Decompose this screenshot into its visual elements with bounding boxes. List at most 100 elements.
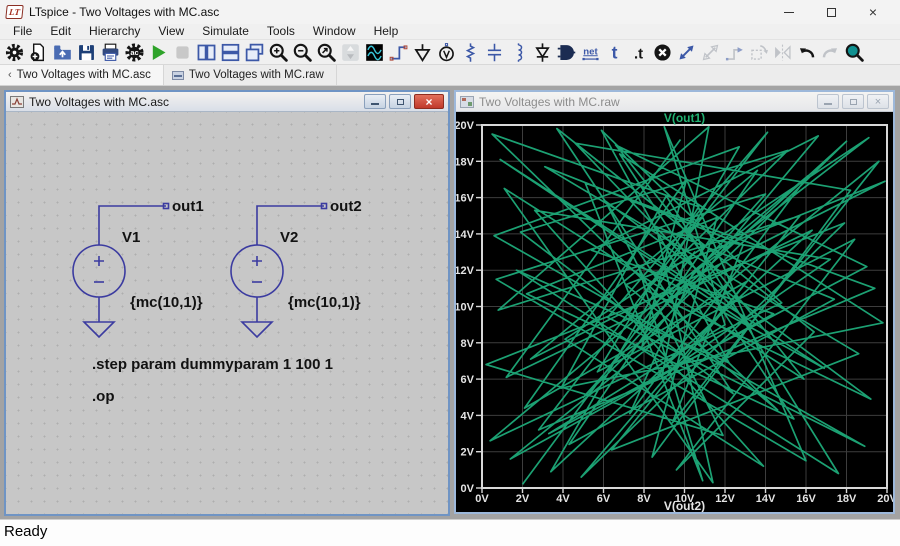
edit-simulation-cmd-icon: ac bbox=[124, 42, 145, 63]
toolbar-undo-button[interactable] bbox=[794, 40, 818, 65]
toolbar-drag-button[interactable] bbox=[698, 40, 722, 65]
toolbar-tile-vertical-button[interactable] bbox=[194, 40, 218, 65]
toolbar-inductor-button[interactable] bbox=[506, 40, 530, 65]
window-maximize-button[interactable] bbox=[810, 1, 852, 23]
net-label-out2[interactable]: out2 bbox=[330, 198, 362, 215]
plot-title[interactable]: V(out1) bbox=[664, 112, 705, 125]
ltspice-logo-icon: LT bbox=[5, 5, 23, 19]
spice-directive-icon: .t bbox=[628, 42, 649, 63]
waveform-window: Two Voltages with MC.raw × 0V2V4V6V8V10V… bbox=[454, 90, 895, 514]
waveform-close-button[interactable]: × bbox=[867, 94, 889, 109]
v1-name-label[interactable]: V1 bbox=[122, 229, 140, 246]
voltage-source-v2[interactable] bbox=[231, 204, 327, 338]
close-icon: × bbox=[875, 96, 881, 108]
window-close-button[interactable]: × bbox=[852, 1, 894, 23]
plot-area[interactable]: 0V2V4V6V8V10V12V14V16V18V20V20V18V16V14V… bbox=[456, 112, 893, 512]
schematic-minimize-button[interactable] bbox=[364, 94, 386, 109]
delete-icon bbox=[652, 42, 673, 63]
toolbar-print-button[interactable] bbox=[98, 40, 122, 65]
schematic-maximize-button[interactable] bbox=[389, 94, 411, 109]
cascade-icon bbox=[244, 42, 265, 63]
y-tick-label: 20V bbox=[456, 120, 475, 132]
x-tick-label: 20V bbox=[877, 493, 893, 505]
spice-directive-op[interactable]: .op bbox=[92, 388, 115, 405]
menu-item-window[interactable]: Window bbox=[304, 24, 365, 39]
toolbar-cascade-button[interactable] bbox=[242, 40, 266, 65]
toolbar-zoom-in-button[interactable] bbox=[266, 40, 290, 65]
toolbar-label-net-button[interactable] bbox=[434, 40, 458, 65]
toolbar-text-button[interactable]: t bbox=[602, 40, 626, 65]
ground-icon bbox=[412, 42, 433, 63]
toolbar-open-button[interactable] bbox=[50, 40, 74, 65]
toolbar-edit-simulation-cmd-button[interactable]: ac bbox=[122, 40, 146, 65]
toolbar-spice-directive-button[interactable]: .t bbox=[626, 40, 650, 65]
menu-item-edit[interactable]: Edit bbox=[41, 24, 80, 39]
status-text: Ready bbox=[4, 523, 47, 540]
menu-item-hierarchy[interactable]: Hierarchy bbox=[80, 24, 149, 39]
inductor-icon bbox=[508, 42, 529, 63]
v2-name-label[interactable]: V2 bbox=[280, 229, 298, 246]
svg-text:net: net bbox=[583, 46, 598, 57]
restore-icon bbox=[397, 99, 404, 105]
toolbar-zoom-out-button[interactable] bbox=[290, 40, 314, 65]
y-tick-label: 4V bbox=[461, 410, 475, 422]
toolbar-wire-button[interactable] bbox=[386, 40, 410, 65]
pan-icon bbox=[340, 42, 361, 63]
toolbar-new-schematic-button[interactable] bbox=[26, 40, 50, 65]
toolbar-resistor-button[interactable] bbox=[458, 40, 482, 65]
x-tick-label: 16V bbox=[796, 493, 816, 505]
menu-item-simulate[interactable]: Simulate bbox=[193, 24, 258, 39]
schematic-window-controls: × bbox=[364, 94, 444, 109]
mdi-area: Two Voltages with MC.asc × bbox=[0, 86, 900, 519]
spice-directive-step[interactable]: .step param dummyparam 1 100 1 bbox=[92, 356, 333, 373]
toolbar-delete-button[interactable] bbox=[650, 40, 674, 65]
waveform-minimize-button[interactable] bbox=[817, 94, 839, 109]
toolbar-zoom-full-extents-button[interactable] bbox=[314, 40, 338, 65]
toolbar-save-button[interactable] bbox=[74, 40, 98, 65]
y-tick-label: 10V bbox=[456, 302, 475, 314]
net-label-out1[interactable]: out1 bbox=[172, 198, 204, 215]
toolbar-component-button[interactable] bbox=[554, 40, 578, 65]
y-tick-label: 12V bbox=[456, 265, 475, 277]
toolbar-waveform-pane-button[interactable] bbox=[362, 40, 386, 65]
menu-item-tools[interactable]: Tools bbox=[258, 24, 304, 39]
toolbar-run-button[interactable] bbox=[146, 40, 170, 65]
schematic-canvas[interactable]: out1 V1 {mc(10,1)} out2 V2 bbox=[6, 112, 448, 514]
toolbar-ground-button[interactable] bbox=[410, 40, 434, 65]
toolbar-stretch-button[interactable] bbox=[722, 40, 746, 65]
schematic-window-titlebar[interactable]: Two Voltages with MC.asc × bbox=[6, 92, 448, 112]
toolbar-diode-button[interactable] bbox=[530, 40, 554, 65]
window-title: LTspice - Two Voltages with MC.asc bbox=[29, 5, 219, 19]
waveform-maximize-button[interactable] bbox=[842, 94, 864, 109]
toolbar-capacitor-button[interactable] bbox=[482, 40, 506, 65]
restore-icon bbox=[850, 99, 857, 105]
menu-item-help[interactable]: Help bbox=[365, 24, 408, 39]
schematic-close-button[interactable]: × bbox=[414, 94, 444, 109]
menu-item-file[interactable]: File bbox=[4, 24, 41, 39]
toolbar-mirror-button[interactable] bbox=[770, 40, 794, 65]
toolbar-control-panel-button[interactable] bbox=[2, 40, 26, 65]
tile-vertical-icon bbox=[196, 42, 217, 63]
back-chevron-icon: ‹ bbox=[8, 69, 12, 81]
y-tick-label: 2V bbox=[461, 447, 475, 459]
tab-bar: ‹ Two Voltages with MC.asc Two Voltages … bbox=[0, 65, 900, 86]
toolbar-redo-button[interactable] bbox=[818, 40, 842, 65]
waveform-window-titlebar[interactable]: Two Voltages with MC.raw × bbox=[456, 92, 893, 112]
waveform-file-icon bbox=[460, 96, 474, 108]
toolbar-pan-button[interactable] bbox=[338, 40, 362, 65]
toolbar-rotate-button[interactable] bbox=[746, 40, 770, 65]
resistor-icon bbox=[460, 42, 481, 63]
v2-value-label[interactable]: {mc(10,1)} bbox=[288, 294, 361, 311]
toolbar-tile-horizontal-button[interactable] bbox=[218, 40, 242, 65]
tab-waveform[interactable]: Two Voltages with MC.raw bbox=[164, 65, 337, 85]
window-minimize-button[interactable] bbox=[768, 1, 810, 23]
ground-symbol-v1 bbox=[84, 322, 114, 337]
voltage-source-v1[interactable] bbox=[73, 204, 169, 338]
toolbar-halt-button[interactable] bbox=[170, 40, 194, 65]
toolbar-find-button[interactable] bbox=[842, 40, 866, 65]
v1-value-label[interactable]: {mc(10,1)} bbox=[130, 294, 203, 311]
toolbar-move-button[interactable] bbox=[674, 40, 698, 65]
menu-item-view[interactable]: View bbox=[149, 24, 193, 39]
tab-schematic[interactable]: ‹ Two Voltages with MC.asc bbox=[0, 65, 164, 85]
toolbar-net-name-button[interactable]: net bbox=[578, 40, 602, 65]
